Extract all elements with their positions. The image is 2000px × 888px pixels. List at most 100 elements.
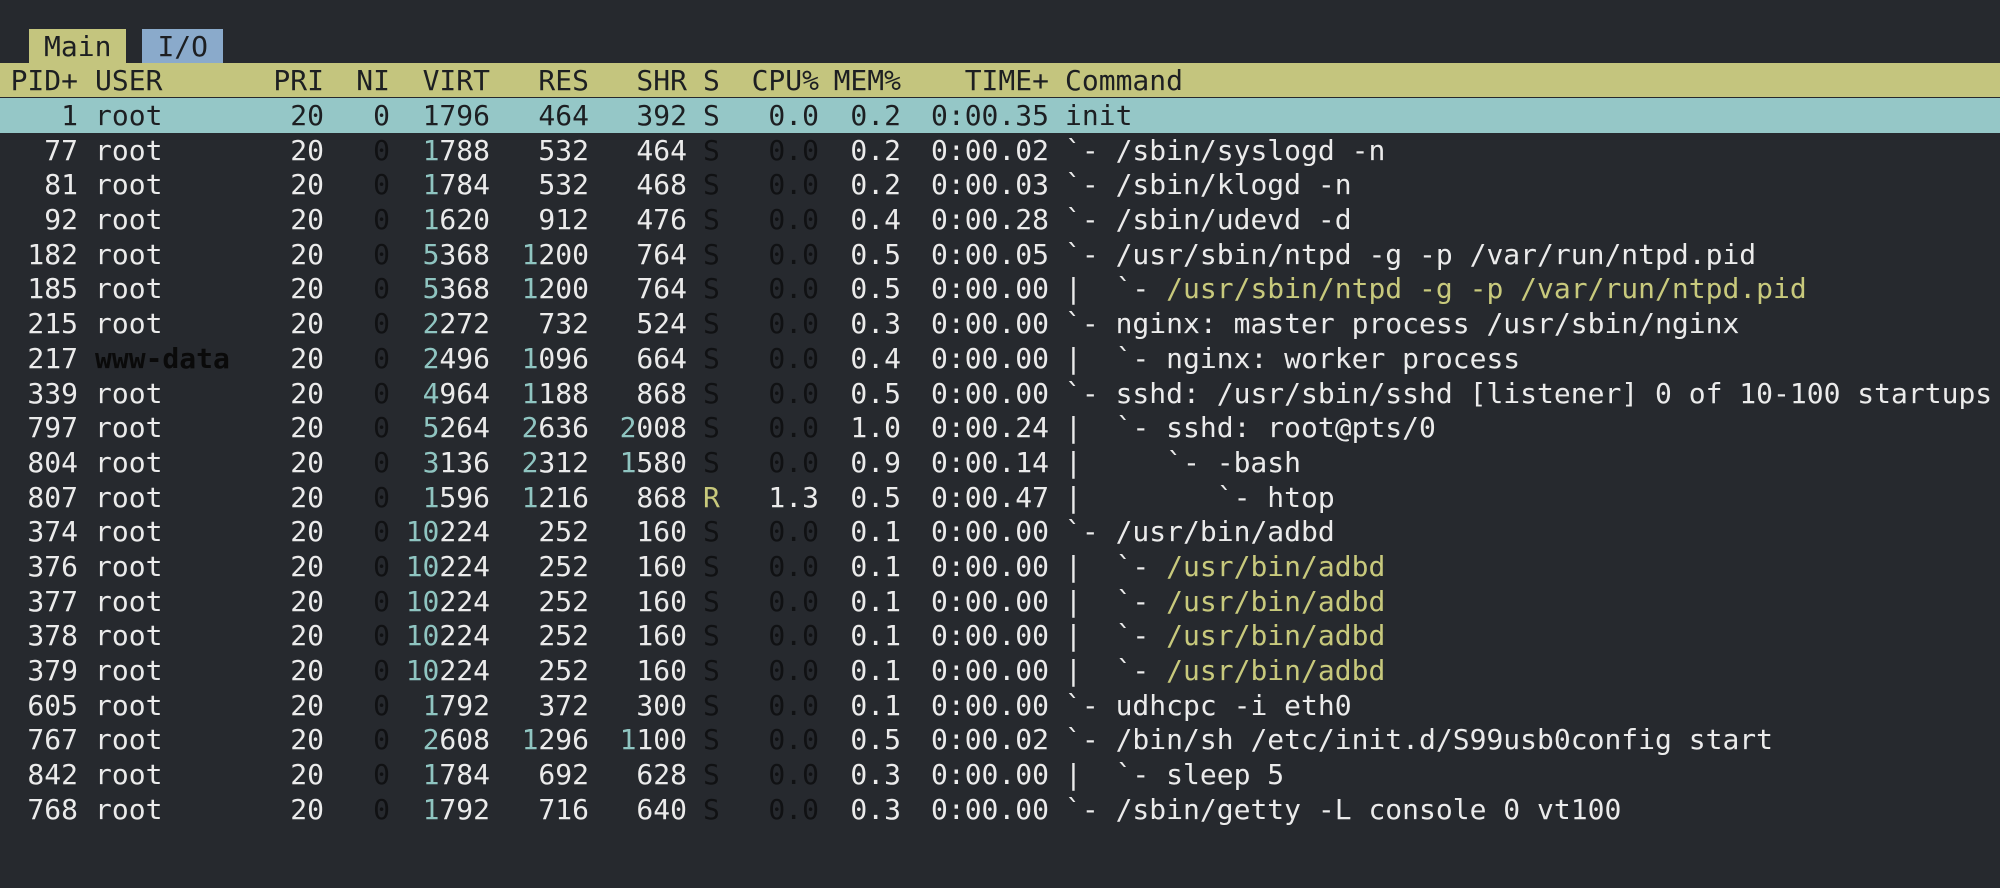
tree-branch: `- <box>1065 376 1116 410</box>
command-text: htop <box>1267 480 1335 514</box>
process-row[interactable]: 92 root 20 0 1620 912 476 S 0.0 0.4 0:00.28 `- /sbi… <box>0 202 2000 237</box>
time-cell: 0:00.00 <box>930 549 1049 583</box>
state-cell: R <box>703 480 720 514</box>
virt-cell-units: 368 <box>439 237 490 271</box>
res-cell-units: 200 <box>538 272 589 306</box>
process-row[interactable]: 767 root 20 0 2608 1296 1100 S 0.0 0.5 0:00.02 `- /… <box>0 722 2000 757</box>
header-ni[interactable]: NI <box>330 63 390 99</box>
priority-cell: 20 <box>290 341 324 375</box>
process-row[interactable]: 185 root 20 0 5368 1200 764 S 0.0 0.5 0:00.00 | `- … <box>0 271 2000 306</box>
priority-cell: 20 <box>290 272 324 306</box>
process-row[interactable]: 797 root 20 0 5264 2636 2008 S 0.0 1.0 0:00.24 | `-… <box>0 410 2000 445</box>
command-text: sshd: /usr/sbin/sshd [listener] 0 of 10-… <box>1115 376 1993 410</box>
process-row[interactable]: 81 root 20 0 1784 532 468 S 0.0 0.2 0:00.03 `- /sbi… <box>0 167 2000 202</box>
cpu-cell: 0.0 <box>768 272 819 306</box>
process-row[interactable]: 807 root 20 0 1596 1216 868 R 1.3 0.5 0:00.47 | `- … <box>0 480 2000 515</box>
virt-cell-units: 792 <box>439 688 490 722</box>
process-row[interactable]: 374 root 20 0 10224 252 160 S 0.0 0.1 0:00.00 `- /u… <box>0 514 2000 549</box>
res-cell: 2636 <box>490 410 589 446</box>
process-row[interactable]: 182 root 20 0 5368 1200 764 S 0.0 0.5 0:00.05 `- /u… <box>0 237 2000 272</box>
state-cell: S <box>703 758 720 792</box>
virt-cell-thousands: 10 <box>405 619 440 653</box>
command-text: /usr/bin/adbd <box>1166 584 1386 618</box>
tree-branch: | `- <box>1065 584 1167 618</box>
command-cell: `- /sbin/getty -L console 0 vt100 <box>1065 792 1621 828</box>
header-time[interactable]: TIME+ <box>900 63 1049 99</box>
time-cell: 0:00.02 <box>930 723 1049 757</box>
virt-cell-thousands: 5 <box>422 411 440 445</box>
process-row[interactable]: 605 root 20 0 1792 372 300 S 0.0 0.1 0:00.00 `- udh… <box>0 688 2000 723</box>
cpu-cell: 0.0 <box>768 723 819 757</box>
shr-cell: 640 <box>636 792 687 826</box>
process-row[interactable]: 377 root 20 0 10224 252 160 S 0.0 0.1 0:00.00 | `- … <box>0 584 2000 619</box>
header-cpu[interactable]: CPU% <box>735 63 819 99</box>
virt-cell: 1784 <box>390 167 490 203</box>
process-row[interactable]: 1 root 20 0 1796 464 392 S 0.0 0.2 0:00.35 init <box>0 98 2000 133</box>
mem-cell: 0.2 <box>850 99 901 132</box>
process-row[interactable]: 339 root 20 0 4964 1188 868 S 0.0 0.5 0:00.00 `- ss… <box>0 376 2000 411</box>
priority-cell: 20 <box>290 549 324 583</box>
command-text: /sbin/udevd -d <box>1115 203 1352 237</box>
header-virt[interactable]: VIRT <box>390 63 490 99</box>
virt-cell-thousands: 1 <box>422 792 440 826</box>
command-cell: | `- nginx: worker process <box>1065 341 1520 377</box>
column-header-row: PID+ USER PRI NI VIRT RES SHR S CPU% MEM… <box>0 63 2000 97</box>
res-cell: 464 <box>538 99 589 132</box>
header-pid[interactable]: PID+ <box>0 63 78 99</box>
virt-cell-thousands: 4 <box>422 376 440 410</box>
tree-branch: | `- <box>1065 411 1167 445</box>
virt-cell-units: 788 <box>439 133 490 167</box>
command-text: /sbin/getty -L console 0 vt100 <box>1115 792 1622 826</box>
state-cell: S <box>703 445 720 479</box>
mem-cell: 0.3 <box>850 758 901 792</box>
process-row[interactable]: 378 root 20 0 10224 252 160 S 0.0 0.1 0:00.00 | `- … <box>0 618 2000 653</box>
virt-cell: 1784 <box>390 757 490 793</box>
virt-cell-thousands: 1 <box>422 688 440 722</box>
pid-cell: 376 <box>27 549 78 583</box>
header-command[interactable]: Command <box>1065 63 1183 99</box>
tab-io[interactable]: I/O <box>142 29 224 63</box>
command-text: /sbin/klogd -n <box>1115 168 1352 202</box>
pid-cell: 377 <box>27 584 78 618</box>
virt-cell-units: 620 <box>439 203 490 237</box>
header-state[interactable]: S <box>703 63 733 99</box>
virt-cell: 5264 <box>390 410 490 446</box>
tab-bar: Main I/O <box>29 29 239 63</box>
pid-cell: 339 <box>27 376 78 410</box>
process-row[interactable]: 376 root 20 0 10224 252 160 S 0.0 0.1 0:00.00 | `- … <box>0 549 2000 584</box>
header-mem[interactable]: MEM% <box>825 63 901 99</box>
cpu-cell: 0.0 <box>768 758 819 792</box>
tab-main[interactable]: Main <box>29 29 127 63</box>
command-cell: | `- /usr/bin/adbd <box>1065 653 1385 689</box>
res-cell: 252 <box>538 584 589 618</box>
command-cell: `- /usr/sbin/ntpd -g -p /var/run/ntpd.pi… <box>1065 237 1756 273</box>
process-row[interactable]: 804 root 20 0 3136 2312 1580 S 0.0 0.9 0:00.14 | `-… <box>0 445 2000 480</box>
process-row[interactable]: 215 root 20 0 2272 732 524 S 0.0 0.3 0:00.00 `- ngi… <box>0 306 2000 341</box>
process-row[interactable]: 77 root 20 0 1788 532 464 S 0.0 0.2 0:00.02 `- /sbi… <box>0 133 2000 168</box>
header-pri[interactable]: PRI <box>250 63 324 99</box>
command-cell: | `- /usr/bin/adbd <box>1065 618 1385 654</box>
res-cell-thousands: 2 <box>521 411 539 445</box>
time-cell: 0:00.00 <box>930 307 1049 341</box>
process-row[interactable]: 768 root 20 0 1792 716 640 S 0.0 0.3 0:00.00 `- /sb… <box>0 792 2000 827</box>
nice-cell: 0 <box>373 168 390 202</box>
priority-cell: 20 <box>290 584 324 618</box>
pid-cell: 378 <box>27 619 78 653</box>
state-cell: S <box>703 168 720 202</box>
mem-cell: 0.1 <box>850 688 901 722</box>
mem-cell: 0.9 <box>850 445 901 479</box>
process-row[interactable]: 217 www-data 20 0 2496 1096 664 S 0.0 0.4 0:00.00 |… <box>0 341 2000 376</box>
virt-cell: 4964 <box>390 376 490 412</box>
res-cell: 252 <box>538 549 589 583</box>
command-cell: | `- /usr/sbin/ntpd -g -p /var/run/ntpd.… <box>1065 271 1807 307</box>
header-res[interactable]: RES <box>490 63 589 99</box>
shr-cell: 1100 <box>590 722 687 758</box>
shr-cell: 160 <box>636 619 687 653</box>
process-row[interactable]: 842 root 20 0 1784 692 628 S 0.0 0.3 0:00.00 | `- s… <box>0 757 2000 792</box>
process-row[interactable]: 379 root 20 0 10224 252 160 S 0.0 0.1 0:00.00 | `- … <box>0 653 2000 688</box>
mem-cell: 0.1 <box>850 619 901 653</box>
mem-cell: 0.5 <box>850 376 901 410</box>
priority-cell: 20 <box>290 515 324 549</box>
command-text: /usr/bin/adbd <box>1166 619 1386 653</box>
header-shr[interactable]: SHR <box>590 63 687 99</box>
